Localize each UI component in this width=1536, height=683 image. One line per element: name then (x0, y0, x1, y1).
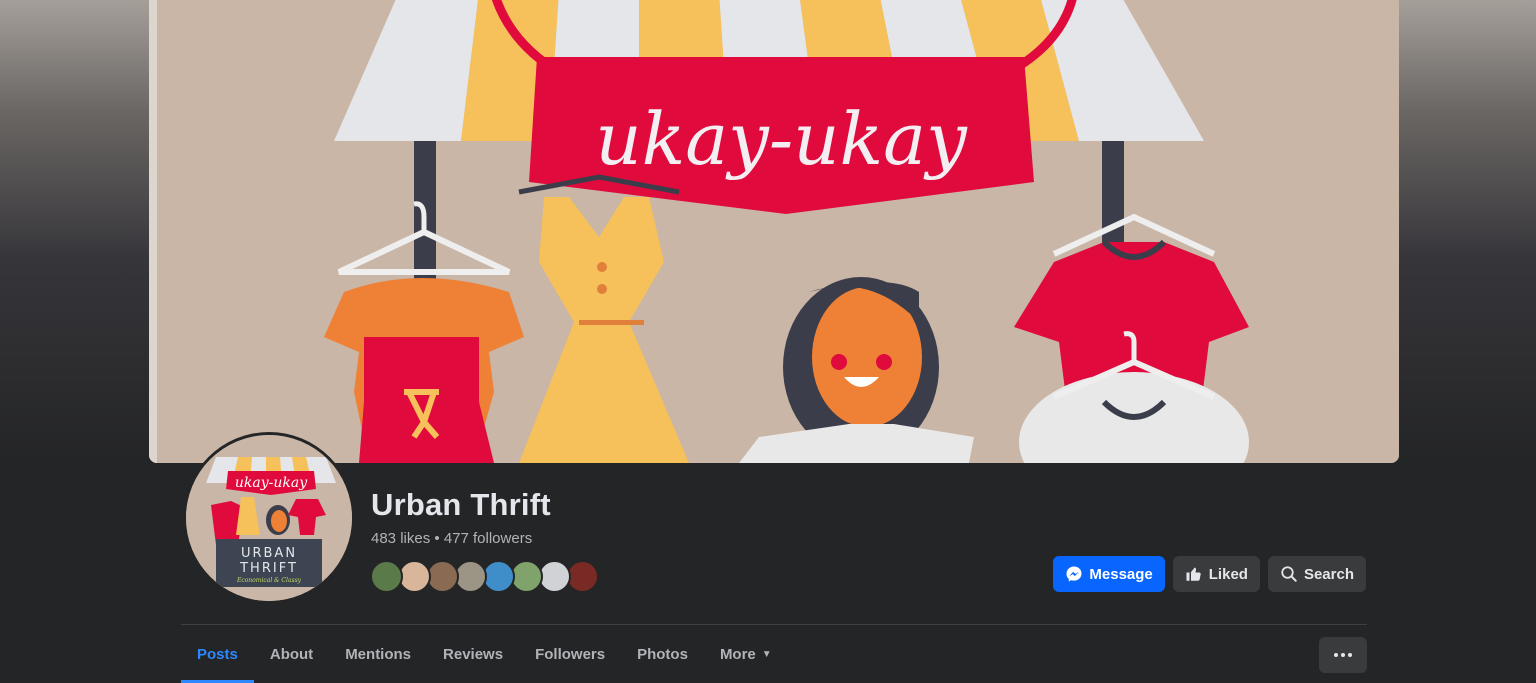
message-button[interactable]: Message (1053, 556, 1165, 592)
page-tabs: Posts About Mentions Reviews Followers Photos… (181, 625, 788, 683)
logo-banner-text: ukay-ukay (235, 475, 308, 491)
tab-mentions[interactable]: Mentions (329, 625, 427, 683)
page-title: Urban Thrift (371, 487, 551, 522)
profile-logo: ukay-ukay URBAN THRIFT Economical & Clas… (186, 435, 352, 601)
search-button-label: Search (1303, 565, 1354, 583)
page-stats: 483 likes • 477 followers (371, 530, 532, 547)
more-options-button[interactable] (1319, 637, 1367, 673)
logo-line2: THRIFT (239, 561, 298, 576)
message-button-label: Message (1089, 565, 1153, 583)
caret-down-icon: ▼ (761, 648, 772, 660)
page-actions: Message Liked Search (1053, 556, 1366, 592)
tab-more[interactable]: More ▼ (704, 625, 788, 683)
profile-picture[interactable]: ukay-ukay URBAN THRIFT Economical & Clas… (183, 432, 355, 604)
tab-label: Posts (197, 645, 238, 663)
cover-banner-text: ukay-ukay (595, 97, 968, 181)
thumbs-up-icon (1185, 565, 1203, 583)
tab-reviews[interactable]: Reviews (427, 625, 519, 683)
logo-line1: URBAN (241, 546, 297, 561)
tab-label: Mentions (345, 645, 412, 663)
tab-about[interactable]: About (254, 625, 329, 683)
search-icon (1280, 565, 1298, 583)
logo-tagline: Economical & Classy (236, 577, 302, 584)
tab-photos[interactable]: Photos (621, 625, 704, 683)
ellipsis-icon (1334, 653, 1352, 657)
tab-label: Photos (637, 645, 688, 663)
tab-label: Reviews (443, 645, 504, 663)
tab-label: Followers (535, 645, 606, 663)
search-button[interactable]: Search (1267, 556, 1366, 592)
tab-label: More (719, 645, 756, 663)
likes-count[interactable]: 483 likes (371, 530, 430, 547)
stats-separator: • (434, 530, 440, 547)
liked-button-label: Liked (1208, 565, 1248, 583)
friend-avatars (370, 560, 599, 593)
tab-posts[interactable]: Posts (181, 625, 254, 683)
messenger-icon (1065, 565, 1083, 583)
tab-label: About (269, 645, 314, 663)
friend-avatar-1[interactable] (370, 560, 403, 593)
liked-button[interactable]: Liked (1172, 556, 1260, 592)
followers-count[interactable]: 477 followers (444, 530, 532, 547)
cover-photo[interactable]: ukay-ukay (149, 0, 1399, 463)
tab-followers[interactable]: Followers (519, 625, 621, 683)
